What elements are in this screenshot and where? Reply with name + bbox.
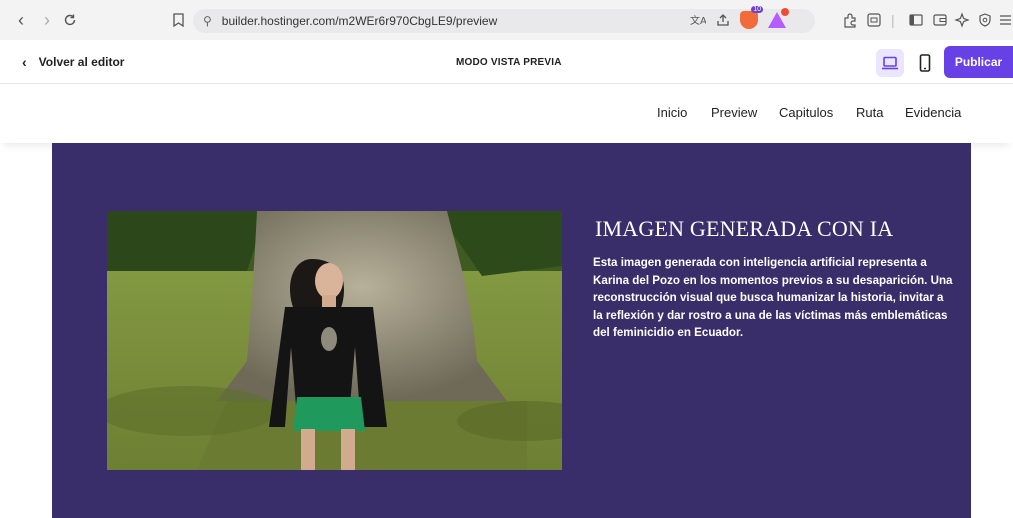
share-icon[interactable] [716,0,730,40]
publish-button[interactable]: Publicar [944,46,1013,78]
browser-toolbar: ‹ › ⚲ builder.hostinger.com/m2WEr6r970Cb… [0,0,1013,40]
svg-text:文A: 文A [690,14,706,27]
wallet-icon[interactable] [932,0,948,40]
sidebar-icon[interactable] [908,0,924,40]
nav-link-inicio[interactable]: Inicio [657,105,687,120]
nav-link-capitulos[interactable]: Capitulos [779,105,833,120]
mobile-view-button[interactable] [911,49,939,77]
toolbar-divider: | [891,12,895,28]
forward-arrow-icon[interactable]: › [36,0,58,40]
extensions-icon[interactable] [842,0,858,40]
desktop-view-button[interactable] [876,49,904,77]
bookmark-icon[interactable] [168,0,188,40]
phone-icon [919,54,931,72]
translate-icon[interactable]: 文A [690,0,706,40]
vpn-icon[interactable] [977,0,993,40]
preview-mode-label: MODO VISTA PREVIA [456,56,562,68]
back-arrow-icon[interactable]: ‹ [10,0,32,40]
brave-shield-icon[interactable]: 10 [740,0,763,40]
editor-preview-bar: ‹ Volver al editor MODO VISTA PREVIA Pub… [0,40,1013,84]
nav-link-preview[interactable]: Preview [711,105,757,120]
site-navigation: Inicio Preview Capitulos Ruta Evidencia [0,85,1013,143]
nav-link-ruta[interactable]: Ruta [856,105,883,120]
ai-generated-portrait-image [107,211,562,470]
leo-ai-icon[interactable] [954,0,970,40]
brave-shield-badge: 10 [751,6,763,13]
nav-link-evidencia[interactable]: Evidencia [905,105,961,120]
reload-icon[interactable] [58,0,82,40]
url-text: builder.hostinger.com/m2WEr6r970CbgLE9/p… [221,14,498,28]
back-to-editor-label: Volver al editor [38,55,125,69]
chevron-left-icon: ‹ [22,54,27,70]
reader-mode-icon[interactable] [866,0,882,40]
laptop-icon [882,56,898,70]
back-to-editor-link[interactable]: ‹ Volver al editor [22,40,124,84]
section-body-text: Esta imagen generada con inteligencia ar… [593,256,953,340]
section-headline: IMAGEN GENERADA CON IA [595,216,894,241]
menu-icon[interactable] [999,0,1011,40]
site-settings-icon[interactable]: ⚲ [203,14,212,28]
brave-rewards-icon[interactable] [768,0,789,40]
